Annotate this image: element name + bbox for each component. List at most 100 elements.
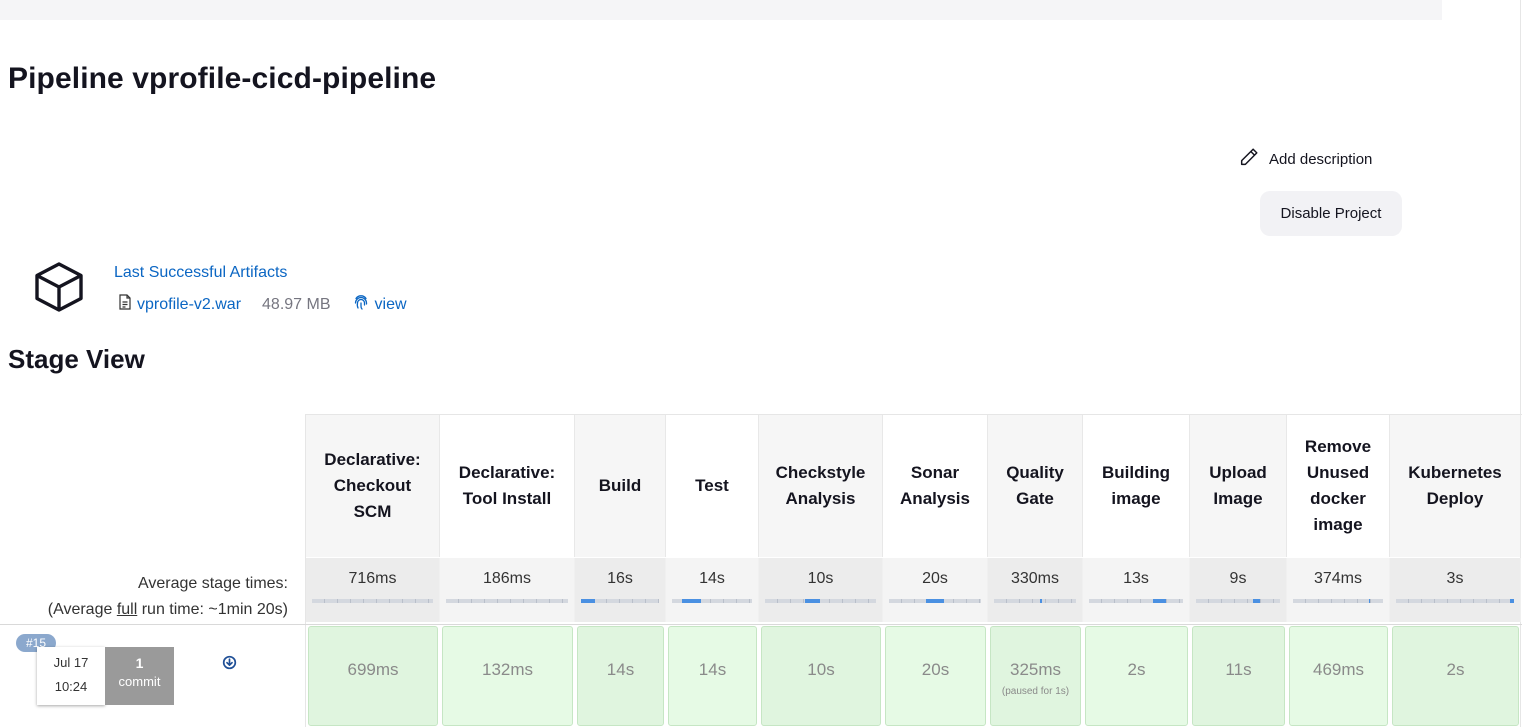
stage-result-box: 14s — [577, 626, 664, 726]
avg-time-progress-fill — [1253, 599, 1260, 603]
stage-result-box: 11s — [1192, 626, 1285, 726]
stage-header-checkstyle-analysis: Checkstyle Analysis — [759, 415, 883, 557]
stage-result-declarative-checkout-scm[interactable]: 699ms — [306, 625, 440, 727]
avg-time-progress-bar — [581, 599, 659, 603]
stage-name: Checkstyle Analysis — [775, 463, 866, 508]
disable-project-button[interactable]: Disable Project — [1260, 191, 1402, 236]
avg-time-value: 14s — [699, 570, 725, 587]
avg-time-declarative-tool-install: 186ms — [440, 558, 575, 622]
file-icon — [118, 294, 132, 315]
stage-name: Upload Image — [1209, 463, 1267, 508]
commit-count: 1 — [135, 655, 144, 671]
avg-time-test: 14s — [666, 558, 759, 622]
stage-header-building-image: Building image — [1083, 415, 1190, 557]
pencil-icon — [1238, 146, 1260, 172]
stage-duration: 699ms — [347, 660, 399, 679]
full-run-link[interactable]: full — [117, 601, 137, 618]
add-description-button[interactable]: Add description — [1238, 146, 1372, 172]
fingerprint-icon[interactable] — [353, 293, 369, 316]
artifact-size: 48.97 MB — [262, 295, 331, 313]
avg-time-value: 374ms — [1313, 570, 1363, 587]
stage-result-remove-unused-docker-image[interactable]: 469ms — [1287, 625, 1390, 727]
stage-result-test[interactable]: 14s — [666, 625, 759, 727]
avg-time-building-image: 13s — [1083, 558, 1190, 622]
avg-time-value: 186ms — [482, 570, 532, 587]
commit-label: commit — [118, 674, 161, 689]
avg-time-value: 20s — [922, 570, 948, 587]
avg-time-sonar-analysis: 20s — [883, 558, 988, 622]
avg-time-value: 10s — [807, 570, 834, 587]
stage-result-building-image[interactable]: 2s — [1083, 625, 1190, 727]
stage-result-checkstyle-analysis[interactable]: 10s — [759, 625, 883, 727]
stage-duration: 20s — [921, 660, 950, 679]
stage-result-upload-image[interactable]: 11s — [1190, 625, 1287, 727]
avg-time-progress-fill — [681, 599, 701, 603]
average-stage-times-text: Average stage times: — [137, 575, 288, 592]
stage-pause-note: (paused for 1s) — [1001, 686, 1070, 697]
avg-time-progress-fill — [1368, 599, 1371, 603]
stage-header-test: Test — [666, 415, 759, 557]
artifact-row: vprofile-v2.war 48.97 MB view — [118, 293, 407, 316]
stage-duration: 10s — [807, 660, 835, 679]
artifact-file-link[interactable]: vprofile-v2.war — [137, 296, 241, 314]
stage-result-build[interactable]: 14s — [575, 625, 666, 727]
stage-duration: 11s — [1225, 660, 1252, 679]
commit-count-button[interactable]: 1 commit — [105, 647, 174, 705]
stage-duration: 2s — [1127, 660, 1146, 679]
stage-result-quality-gate[interactable]: 325ms (paused for 1s) — [988, 625, 1083, 727]
stage-duration: 14s — [698, 660, 727, 679]
fingerprint-view-link[interactable]: view — [375, 296, 407, 314]
stage-result-box: 14s — [668, 626, 757, 726]
stage-view-title: Stage View — [8, 344, 145, 374]
stage-result-box: 699ms — [308, 626, 438, 726]
run-date-time: 10:24 — [54, 679, 88, 694]
avg-time-kubernetes-deploy: 3s — [1390, 558, 1521, 622]
stage-header-declarative-checkout-scm: Declarative: Checkout SCM — [306, 415, 440, 557]
stage-header-declarative-tool-install: Declarative: Tool Install — [440, 415, 575, 557]
stage-result-box: 20s — [885, 626, 986, 726]
stage-result-sonar-analysis[interactable]: 20s — [883, 625, 988, 727]
avg-time-value: 716ms — [348, 570, 397, 587]
stage-result-box: 2s — [1392, 626, 1519, 726]
avg-time-build: 16s — [575, 558, 666, 622]
avg-time-quality-gate: 330ms — [988, 558, 1083, 622]
stage-result-box: 10s — [761, 626, 881, 726]
avg-time-progress-fill — [1510, 599, 1514, 603]
avg-time-progress-bar — [1293, 599, 1383, 603]
last-successful-artifacts-link[interactable]: Last Successful Artifacts — [114, 264, 287, 282]
avg-time-upload-image: 9s — [1190, 558, 1287, 622]
top-bar — [0, 0, 1442, 20]
avg-time-value: 330ms — [1010, 570, 1060, 587]
average-times-label: Average stage times: (Average full run t… — [0, 571, 288, 623]
avg-time-progress-bar — [446, 599, 568, 603]
stage-name: Test — [695, 476, 729, 495]
download-icon[interactable] — [222, 655, 237, 675]
stage-name: Build — [598, 476, 642, 495]
page-title: Pipeline vprofile-cicd-pipeline — [8, 62, 437, 95]
avg-time-progress-fill — [1039, 599, 1043, 603]
avg-time-progress-fill — [925, 599, 945, 603]
avg-time-checkstyle-analysis: 10s — [759, 558, 883, 622]
avg-time-progress-bar — [1196, 599, 1280, 603]
average-run-time-text: (Average full run time: ~1min 20s) — [47, 601, 288, 618]
stage-duration: 325ms — [1009, 660, 1062, 679]
avg-time-progress-bar — [312, 599, 433, 603]
stage-result-kubernetes-deploy[interactable]: 2s — [1390, 625, 1521, 727]
stage-name: Declarative: Checkout SCM — [324, 450, 421, 521]
stage-header-build: Build — [575, 415, 666, 557]
avg-time-progress-bar — [994, 599, 1076, 603]
stage-result-declarative-tool-install[interactable]: 132ms — [440, 625, 575, 727]
avg-time-progress-bar — [1089, 599, 1183, 603]
stage-header-kubernetes-deploy: Kubernetes Deploy — [1390, 415, 1521, 557]
avg-time-progress-fill — [804, 599, 821, 603]
stage-header-sonar-analysis: Sonar Analysis — [883, 415, 988, 557]
stage-name: Remove Unused docker image — [1304, 437, 1372, 534]
stage-result-box: 132ms — [442, 626, 573, 726]
avg-time-progress-bar — [889, 599, 981, 603]
stage-header-quality-gate: Quality Gate — [988, 415, 1083, 557]
avg-time-progress-bar — [672, 599, 752, 603]
stage-name: Declarative: Tool Install — [458, 463, 556, 508]
stage-result-box: 469ms — [1289, 626, 1388, 726]
stage-name: Kubernetes Deploy — [1408, 463, 1502, 508]
stage-duration: 14s — [606, 660, 635, 679]
